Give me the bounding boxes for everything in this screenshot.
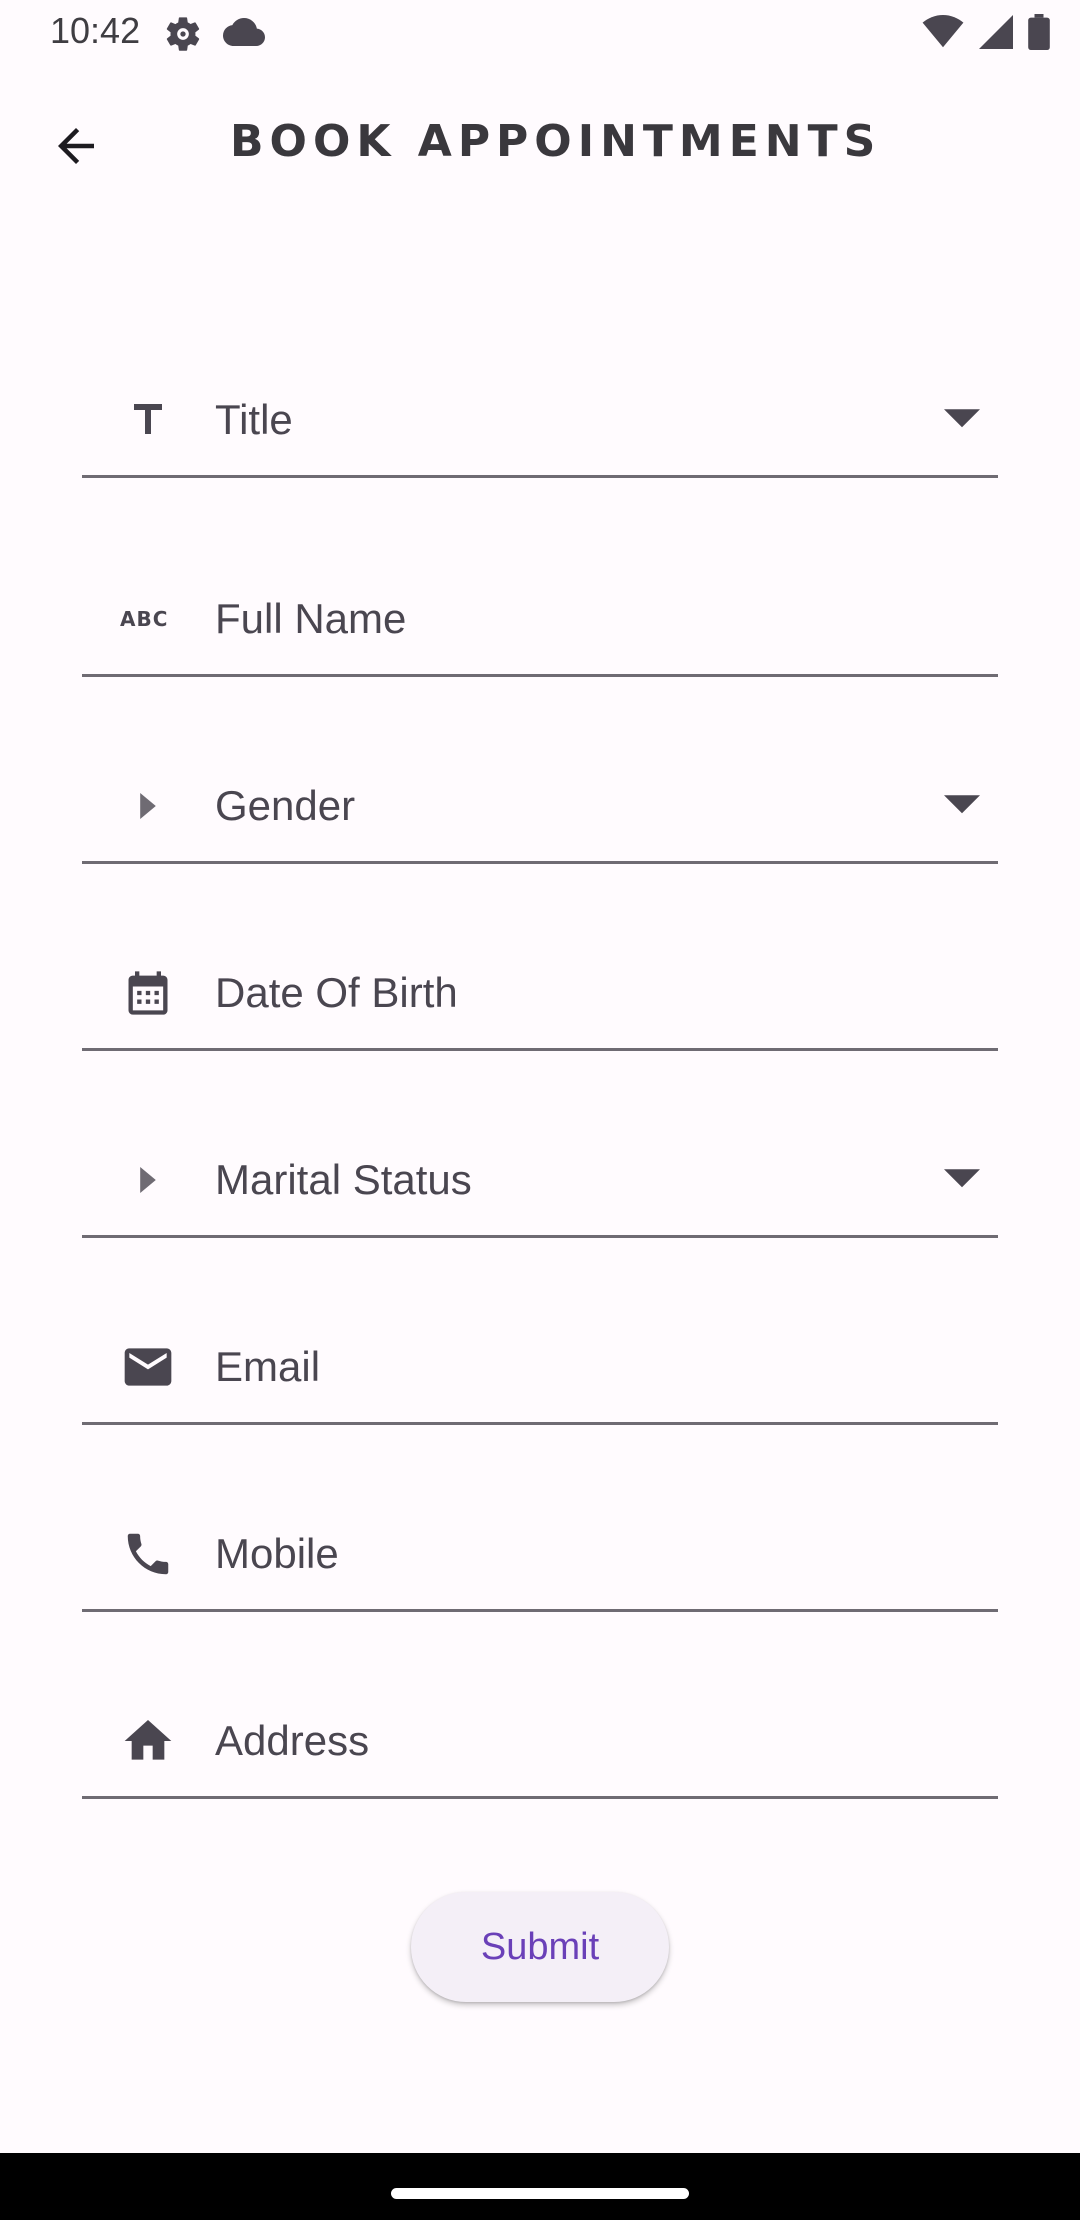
date-of-birth-label: Date Of Birth bbox=[215, 969, 458, 1016]
chevron-down-icon bbox=[944, 409, 980, 428]
battery-icon bbox=[1028, 14, 1050, 50]
mobile-field[interactable]: Mobile bbox=[82, 1499, 998, 1612]
email-field[interactable]: Email bbox=[82, 1312, 998, 1425]
address-field[interactable]: Address bbox=[82, 1686, 998, 1799]
marital-status-label: Marital Status bbox=[215, 1156, 472, 1203]
email-label: Email bbox=[215, 1343, 321, 1390]
full-name-label: Full Name bbox=[215, 595, 407, 642]
status-time: 10:42 bbox=[50, 10, 141, 51]
gender-dropdown[interactable]: Gender bbox=[82, 751, 998, 864]
email-icon bbox=[120, 1339, 176, 1395]
cell-signal-icon bbox=[979, 15, 1013, 49]
chevron-down-icon bbox=[944, 1169, 980, 1188]
chevron-down-icon bbox=[944, 795, 980, 814]
date-of-birth-field[interactable]: Date Of Birth bbox=[82, 938, 998, 1051]
arrow-right-icon bbox=[120, 1152, 176, 1208]
address-label: Address bbox=[215, 1717, 370, 1764]
title-label: Title bbox=[215, 396, 293, 443]
gender-label: Gender bbox=[215, 782, 356, 829]
arrow-back-icon bbox=[58, 128, 94, 164]
phone-icon bbox=[120, 1526, 176, 1582]
home-icon bbox=[120, 1713, 176, 1769]
mobile-label: Mobile bbox=[215, 1530, 339, 1577]
settings-gear-icon bbox=[166, 17, 200, 51]
title-dropdown[interactable]: Title bbox=[82, 365, 998, 478]
navigation-bar bbox=[0, 2153, 1080, 2220]
title-text-icon bbox=[120, 392, 176, 448]
abc-icon: ABC bbox=[120, 591, 176, 647]
arrow-right-icon bbox=[120, 778, 176, 834]
svg-text:ABC: ABC bbox=[120, 607, 168, 631]
marital-status-dropdown[interactable]: Marital Status bbox=[82, 1125, 998, 1238]
page-title: BOOK APPOINTMENTS bbox=[230, 116, 882, 167]
status-bar: 10:42 bbox=[0, 0, 1080, 64]
submit-button[interactable]: Submit bbox=[411, 1892, 669, 2002]
cloud-icon bbox=[223, 18, 265, 46]
calendar-icon bbox=[120, 965, 176, 1021]
home-gesture-handle[interactable] bbox=[391, 2188, 689, 2199]
full-name-field[interactable]: ABC Full Name bbox=[82, 564, 998, 677]
wifi-icon bbox=[922, 15, 964, 48]
app-bar: BOOK APPOINTMENTS bbox=[0, 90, 1080, 200]
back-button[interactable] bbox=[40, 110, 112, 182]
